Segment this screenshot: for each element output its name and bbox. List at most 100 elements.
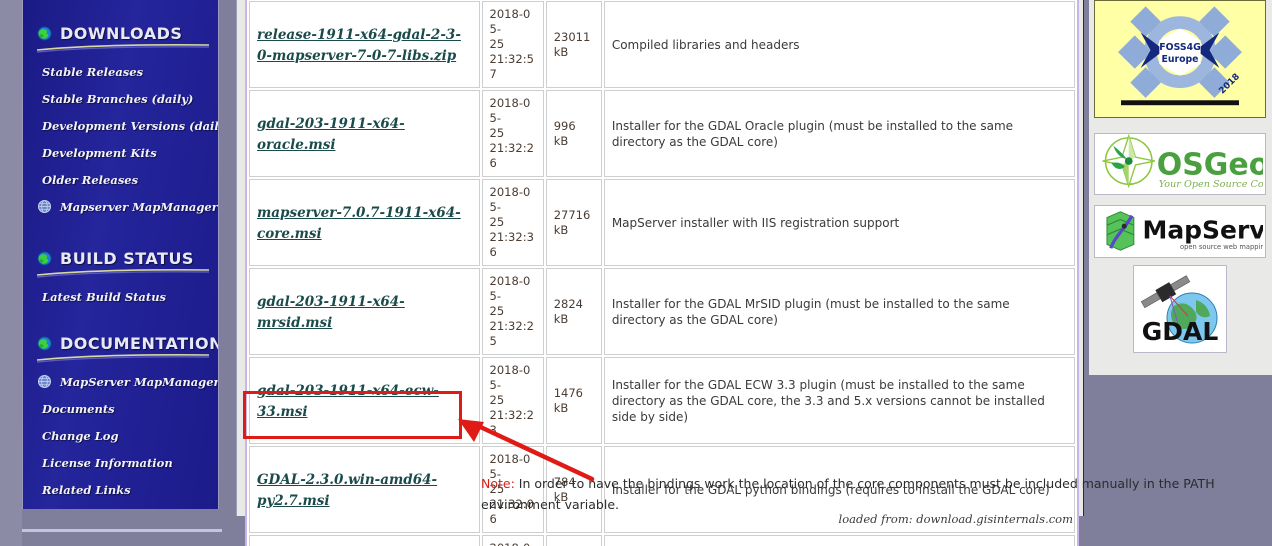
file-size: 1476 kB [553, 385, 583, 415]
file-description-cell: Installer for the GDAL python bindings (… [603, 535, 1075, 546]
file-size: 23011 kB [553, 29, 591, 59]
table-row: GDAL-2.3.0.win-amd64-py3.4.msi 2018-05-25… [249, 535, 1075, 546]
file-date-cell: 2018-05- 25 21:32:23 [481, 357, 544, 444]
foss4g-europe-banner[interactable]: FOSS4G Europe 2018 FOSS4G Europe 2018 [1094, 0, 1266, 118]
sidebar-item-label: Development Versions (daily) [42, 118, 219, 133]
table-row: gdal-203-1911-x64-oracle.msi 2018-05- 25 21… [249, 90, 1075, 177]
file-date: 2018-05- 25 21:32:23 [489, 363, 534, 437]
download-file-table: release-1911-x64-gdal-2-3-0-mapserver-7-… [247, 0, 1077, 546]
download-file-table-wrapper: release-1911-x64-gdal-2-3-0-mapserver-7-… [245, 0, 1079, 546]
file-name-cell: gdal-203-1911-x64-oracle.msi [249, 90, 480, 177]
osgeo-title: OSGeo [1263, 134, 1264, 135]
mapserver-banner[interactable]: MapServer open source web mapping MapSer… [1094, 205, 1272, 258]
page-root: DOWNLOADS Stable Releases Stable Branche… [0, 0, 1272, 546]
file-download-link[interactable]: gdal-203-1911-x64-oracle.msi [257, 116, 405, 153]
table-row: gdal-203-1911-x64-mrsid.msi 2018-05- 25 21:… [249, 268, 1075, 355]
note-label: Note: [481, 475, 515, 491]
sidebar-section-title: DOWNLOADS [60, 23, 183, 43]
sidebar-item-label: License Information [42, 455, 173, 470]
foss4g-line1: FOSS4G [1265, 1, 1266, 2]
svg-text:Your Open Source Compass: Your Open Source Compass [1159, 179, 1263, 190]
file-date-cell: 2018-05- 25 21:32:25 [481, 268, 544, 355]
table-row: mapserver-7.0.7-1911-x64-core.msi 2018-05… [249, 179, 1075, 266]
osgeo-banner[interactable]: OSGeo Your Open Source Compass OSGeo You… [1094, 133, 1272, 195]
sidebar-item-mapserver-mapmanager-docs[interactable]: MapServer MapManager [23, 368, 219, 395]
file-size-cell: 27716 kB [545, 179, 602, 266]
main-content: release-1911-x64-gdal-2-3-0-mapserver-7-… [236, 0, 1215, 546]
sidebar-item-development-versions[interactable]: Development Versions (daily) [23, 112, 219, 139]
sidebar-item-stable-branches[interactable]: Stable Branches (daily) [23, 85, 218, 112]
file-date: 2018-05- 25 21:32:26 [489, 96, 534, 170]
file-download-link[interactable]: gdal-203-1911-x64-mrsid.msi [257, 294, 405, 331]
sidebar-item-mapserver-mapmanager[interactable]: Mapserver MapManager [23, 193, 218, 220]
sidebar-item-label: Development Kits [42, 145, 157, 160]
globe-blue-icon [37, 199, 52, 214]
file-description: MapServer installer with IIS registratio… [611, 215, 900, 230]
file-date: 2018-05- 25 21:32:25 [489, 274, 534, 348]
right-sidebar: FOSS4G Europe 2018 FOSS4G Europe 2018 [1089, 0, 1272, 375]
file-size-cell: 2824 kB [545, 268, 602, 355]
file-name-cell: release-1911-x64-gdal-2-3-0-mapserver-7-… [249, 1, 480, 88]
file-size: 996 kB [553, 118, 576, 148]
sidebar-section-header: DOCUMENTATION [23, 330, 218, 356]
gdal-banner[interactable]: GDAL GDAL [1133, 265, 1227, 353]
file-date-cell: 2018-05- 25 21:32:26 [481, 90, 544, 177]
foss4g-year: 2018 [1265, 1, 1266, 2]
sidebar-item-label: Stable Releases [42, 64, 144, 79]
sidebar-item-label: Mapserver MapManager [60, 199, 218, 214]
sidebar-item-label: Latest Build Status [42, 289, 167, 304]
sidebar-item-license-information[interactable]: License Information [23, 449, 218, 476]
sidebar-item-latest-build-status[interactable]: Latest Build Status [23, 283, 218, 310]
osgeo-logo-icon: OSGeo Your Open Source Compass [1096, 133, 1272, 192]
sidebar-section-header: BUILD STATUS [23, 245, 218, 271]
svg-text:FOSS4G: FOSS4G [1159, 42, 1200, 53]
sidebar-section-title: BUILD STATUS [60, 248, 194, 268]
file-download-link[interactable]: gdal-203-1911-x64-ecw-33.msi [257, 383, 439, 420]
table-row: gdal-203-1911-x64-ecw-33.msi 2018-05- 25 21… [249, 357, 1075, 444]
sidebar-item-label: MapServer MapManager [60, 374, 219, 389]
foss4g-line2: Europe [1265, 1, 1266, 2]
sidebar-item-stable-releases[interactable]: Stable Releases [23, 58, 218, 85]
file-download-link[interactable]: release-1911-x64-gdal-2-3-0-mapserver-7-… [257, 27, 461, 64]
left-sidebar: DOWNLOADS Stable Releases Stable Branche… [22, 0, 219, 509]
sidebar-item-development-kits[interactable]: Development Kits [23, 139, 218, 166]
file-description-cell: Compiled libraries and headers [603, 1, 1075, 88]
page-bottom-rule [22, 529, 222, 532]
file-date: 2018-05-2521:32:06 [490, 541, 536, 546]
page-left-margin-strip [0, 0, 22, 546]
file-date: 2018-05- 25 21:32:36 [489, 185, 534, 259]
file-size-cell: 996 kB [545, 90, 602, 177]
osgeo-wordmark: OSGeo [1157, 148, 1263, 183]
file-size-cell: 23011 kB [545, 1, 602, 88]
file-download-link[interactable]: mapserver-7.0.7-1911-x64-core.msi [257, 205, 461, 242]
note-text: Note: In order to have the bindings work… [481, 473, 1272, 515]
svg-text:open source web mapping: open source web mapping [1180, 243, 1263, 251]
sidebar-item-change-log[interactable]: Change Log [23, 422, 218, 449]
sidebar-item-older-releases[interactable]: Older Releases [23, 166, 218, 193]
file-date-cell: 2018-05- 25 21:32:36 [481, 179, 544, 266]
sidebar-item-label: Documents [42, 401, 115, 416]
file-name-cell: GDAL-2.3.0.win-amd64-py3.4.msi [249, 535, 480, 546]
note-body: In order to have the bindings work the l… [481, 475, 1215, 512]
file-description-cell: Installer for the GDAL Oracle plugin (mu… [603, 90, 1075, 177]
gdal-title: GDAL [1226, 266, 1227, 267]
file-name-cell: gdal-203-1911-x64-ecw-33.msi [249, 357, 480, 444]
file-description: Installer for the GDAL ECW 3.3 plugin (m… [611, 377, 1045, 424]
sidebar-section-downloads: DOWNLOADS Stable Releases Stable Branche… [23, 20, 219, 220]
file-description-cell: Installer for the GDAL ECW 3.3 plugin (m… [603, 357, 1075, 444]
globe-blue-icon [37, 374, 52, 389]
mapserver-logo-icon: MapServer open source web mapping [1097, 206, 1272, 255]
mapserver-tagline: open source web mapping [1263, 206, 1264, 207]
file-download-link[interactable]: GDAL-2.3.0.win-amd64-py2.7.msi [257, 472, 437, 509]
file-name-cell: gdal-203-1911-x64-mrsid.msi [249, 268, 480, 355]
sidebar-item-label: Older Releases [42, 172, 139, 187]
gdal-logo-icon: GDAL [1134, 266, 1226, 352]
file-size: 27716 kB [553, 207, 591, 237]
file-size: 2824 kB [553, 296, 583, 326]
sidebar-section-header: DOWNLOADS [23, 20, 218, 46]
sidebar-item-related-links[interactable]: Related Links [23, 476, 218, 503]
sidebar-item-label: Stable Branches (daily) [42, 91, 194, 106]
file-description: Installer for the GDAL MrSID plugin (mus… [611, 296, 1010, 327]
sidebar-item-documents[interactable]: Documents [23, 395, 218, 422]
sidebar-section-build-status: BUILD STATUS Latest Build Status [23, 245, 218, 310]
